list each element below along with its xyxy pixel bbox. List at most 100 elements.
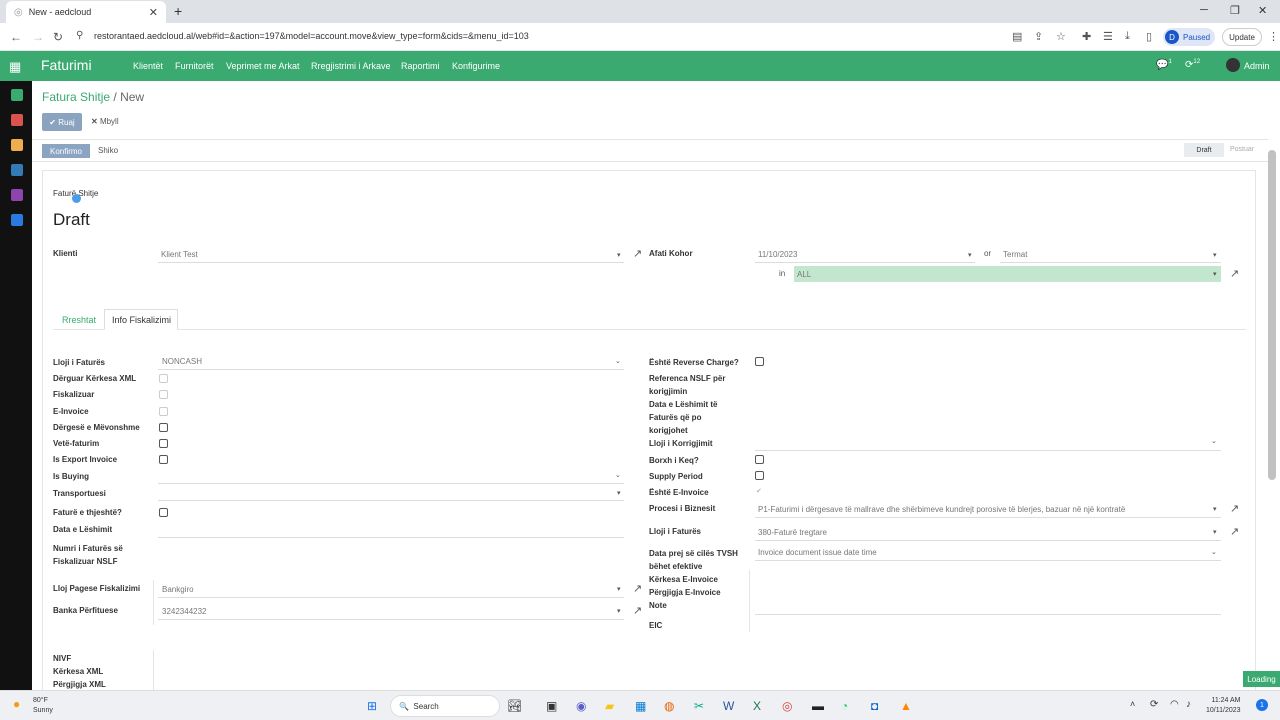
menu-furnitoret[interactable]: Furnitorët bbox=[175, 61, 214, 71]
teams-icon[interactable]: ◉ bbox=[576, 699, 586, 713]
external-link-icon[interactable]: ↗ bbox=[633, 582, 642, 595]
sidebar-app-icon-2[interactable] bbox=[11, 114, 23, 126]
menu-konfigurime[interactable]: Konfigurime bbox=[452, 61, 500, 71]
chat-icon[interactable]: 💬1 bbox=[1156, 59, 1172, 70]
notification-badge[interactable]: 1 bbox=[1256, 699, 1268, 711]
chevron-down-icon[interactable]: ⌄ bbox=[1211, 437, 1217, 445]
reload-icon[interactable]: ↻ bbox=[53, 30, 63, 44]
export-invoice-checkbox[interactable] bbox=[159, 455, 168, 464]
chevron-down-icon[interactable]: ▾ bbox=[1213, 251, 1217, 259]
terminal-icon[interactable]: ▬ bbox=[812, 699, 824, 713]
new-tab-icon[interactable]: + bbox=[174, 3, 182, 19]
sidebar-app-icon-6[interactable] bbox=[11, 214, 23, 226]
chevron-down-icon[interactable]: ▾ bbox=[1213, 528, 1217, 536]
status-posted[interactable]: Postuar bbox=[1230, 146, 1254, 153]
business-process-field[interactable]: P1-Faturimi i dërgesave të mallrave dhe … bbox=[758, 505, 1125, 514]
self-invoice-checkbox[interactable] bbox=[159, 439, 168, 448]
restore-icon[interactable]: ❐ bbox=[1230, 4, 1240, 17]
right-invoice-type-field[interactable]: 380-Faturë tregtare bbox=[758, 528, 827, 537]
user-name[interactable]: Admin bbox=[1244, 61, 1270, 71]
bank-field[interactable]: 3242344232 bbox=[162, 607, 207, 616]
chevron-down-icon[interactable]: ⌄ bbox=[615, 471, 621, 479]
download-icon[interactable]: ⤓ bbox=[1125, 30, 1130, 43]
app-brand[interactable]: Faturimi bbox=[41, 57, 92, 73]
excel-icon[interactable]: X bbox=[753, 699, 761, 713]
chevron-down-icon[interactable]: ▾ bbox=[617, 489, 621, 497]
status-draft[interactable]: Draft bbox=[1184, 143, 1224, 157]
page-scrollbar[interactable] bbox=[1268, 150, 1276, 480]
external-link-icon[interactable]: ↗ bbox=[633, 247, 642, 260]
url-input[interactable]: restorantaed.aedcloud.al/web#id=&action=… bbox=[94, 31, 529, 41]
sidebar-app-icon-1[interactable] bbox=[11, 89, 23, 101]
chevron-down-icon[interactable]: ▾ bbox=[617, 585, 621, 593]
sidebar-app-icon-5[interactable] bbox=[11, 189, 23, 201]
share-icon[interactable]: ⇪ bbox=[1034, 30, 1043, 43]
side-panel-icon[interactable]: ▯ bbox=[1146, 30, 1152, 43]
reverse-charge-checkbox[interactable] bbox=[755, 357, 764, 366]
profile-paused-button[interactable]: D Paused bbox=[1163, 28, 1215, 46]
windows-start-icon[interactable]: ⊞ bbox=[367, 699, 377, 713]
close-tab-icon[interactable]: ✕ bbox=[149, 6, 158, 19]
close-button[interactable]: ✕ Mbyll bbox=[91, 117, 119, 126]
client-field[interactable]: Klient Test bbox=[161, 250, 198, 259]
app-icon[interactable]: ◘ bbox=[871, 699, 878, 713]
payment-terms-field[interactable]: Termat bbox=[1003, 250, 1027, 259]
activity-icon[interactable]: ⟳12 bbox=[1185, 59, 1200, 70]
close-window-icon[interactable]: ✕ bbox=[1258, 4, 1267, 17]
xml-sent-checkbox[interactable] bbox=[159, 374, 168, 383]
whatsapp-icon[interactable]: ◔ bbox=[841, 699, 848, 713]
taskbar-clock[interactable]: 11:24 AM 10/11/2023 bbox=[1206, 696, 1241, 716]
invoice-type-select[interactable]: NONCASH bbox=[162, 357, 202, 366]
volume-icon[interactable]: ♪ bbox=[1186, 699, 1191, 710]
extensions-icon[interactable]: ✚ bbox=[1082, 30, 1091, 43]
vat-date-field[interactable]: Invoice document issue date time bbox=[758, 548, 877, 557]
browser-menu-icon[interactable]: ⋮ bbox=[1268, 30, 1279, 43]
minimize-icon[interactable]: ─ bbox=[1200, 4, 1208, 16]
bad-debt-checkbox[interactable] bbox=[755, 455, 764, 464]
external-link-icon[interactable]: ↗ bbox=[1230, 267, 1239, 280]
chevron-down-icon[interactable]: ▾ bbox=[617, 607, 621, 615]
chevron-down-icon[interactable]: ⌄ bbox=[615, 357, 621, 365]
external-link-icon[interactable]: ↗ bbox=[1230, 502, 1239, 515]
back-icon[interactable]: ← bbox=[10, 30, 22, 44]
word-icon[interactable]: W bbox=[723, 699, 734, 713]
vlc-icon[interactable]: ▲ bbox=[900, 699, 912, 713]
reading-list-icon[interactable]: ☰ bbox=[1103, 30, 1113, 43]
sidebar-app-icon-3[interactable] bbox=[11, 139, 23, 151]
confirm-button[interactable]: Konfirmo bbox=[42, 144, 90, 158]
weather-widget[interactable]: 80°F Sunny bbox=[33, 696, 53, 716]
site-info-icon[interactable]: ⚲ bbox=[76, 30, 83, 41]
menu-raportimi[interactable]: Raportimi bbox=[401, 61, 440, 71]
tab-rreshtat[interactable]: Rreshtat bbox=[62, 315, 96, 325]
update-button[interactable]: Update bbox=[1222, 28, 1262, 46]
taskbar-search[interactable]: 🔍 Search bbox=[390, 695, 500, 717]
chevron-down-icon[interactable]: ▾ bbox=[968, 251, 972, 259]
task-view-icon[interactable]: ▣ bbox=[546, 699, 557, 713]
chevron-down-icon[interactable]: ▾ bbox=[1213, 505, 1217, 513]
due-date-field[interactable]: 11/10/2023 bbox=[758, 250, 797, 259]
tab-info-fiskalizimi[interactable]: Info Fiskalizimi bbox=[112, 315, 171, 325]
fiscalized-checkbox[interactable] bbox=[159, 390, 168, 399]
forward-icon[interactable]: → bbox=[32, 30, 44, 44]
firefox-icon[interactable]: ◍ bbox=[664, 699, 674, 713]
save-button[interactable]: ✔ Ruaj bbox=[42, 113, 82, 131]
preview-button[interactable]: Shiko bbox=[98, 146, 118, 155]
bookmark-star-icon[interactable]: ☆ bbox=[1056, 30, 1066, 43]
browser-tab[interactable]: ◎ New - aedcloud ✕ bbox=[6, 1, 166, 23]
chrome-icon[interactable]: ◎ bbox=[782, 699, 792, 713]
file-explorer-icon[interactable]: ▰ bbox=[605, 699, 614, 713]
translate-icon[interactable]: ▤ bbox=[1012, 30, 1022, 43]
breadcrumb-parent[interactable]: Fatura Shitje bbox=[42, 90, 110, 104]
widget-image-icon[interactable]: 🏞 bbox=[507, 699, 522, 713]
external-link-icon[interactable]: ↗ bbox=[633, 604, 642, 617]
menu-klientet[interactable]: Klientët bbox=[133, 61, 163, 71]
snipping-tool-icon[interactable]: ✂ bbox=[694, 699, 704, 713]
sidebar-app-icon-4[interactable] bbox=[11, 164, 23, 176]
chevron-down-icon[interactable]: ▾ bbox=[617, 251, 621, 259]
menu-rregjistrimi-i-arkave[interactable]: Rregjistrimi i Arkave bbox=[311, 61, 391, 71]
wifi-icon[interactable]: ◠ bbox=[1170, 699, 1179, 710]
journal-field[interactable]: ALL bbox=[797, 270, 811, 279]
tray-app-icon[interactable]: ⟳ bbox=[1150, 699, 1158, 710]
external-link-icon[interactable]: ↗ bbox=[1230, 525, 1239, 538]
chevron-down-icon[interactable]: ⌄ bbox=[1211, 548, 1217, 556]
